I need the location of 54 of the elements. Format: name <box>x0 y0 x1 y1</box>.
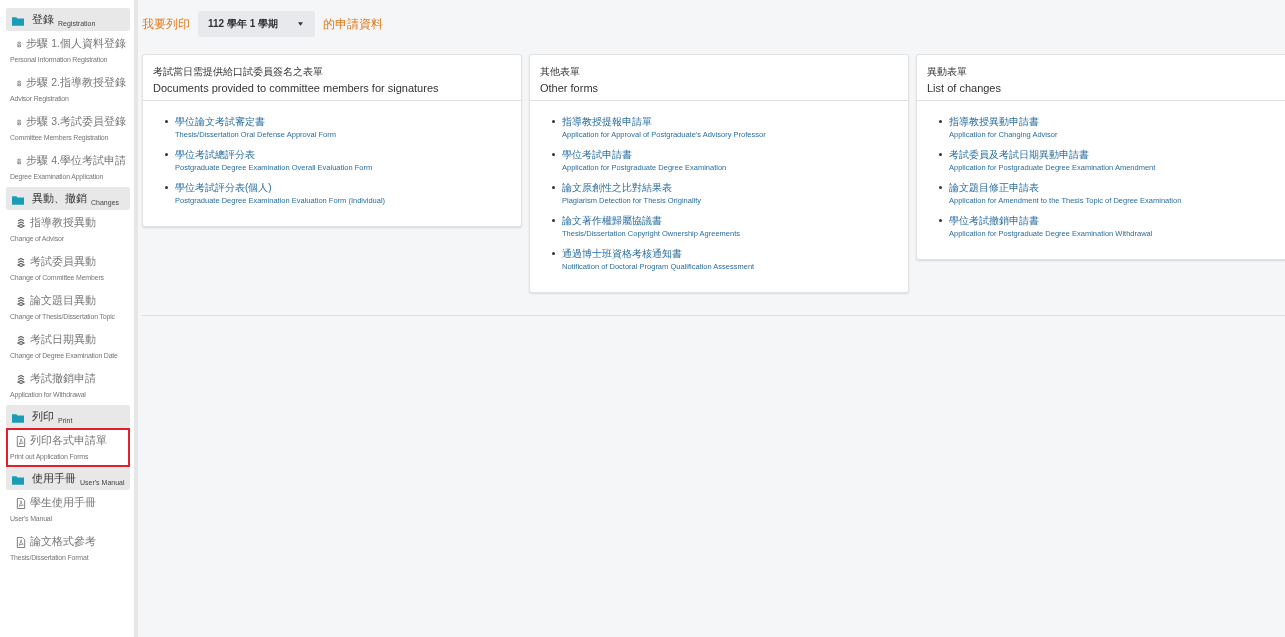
layers-icon <box>16 217 26 229</box>
pdf-file-icon <box>16 497 26 509</box>
card-subtitle: Documents provided to committee members for signatures <box>153 82 440 94</box>
bullet-icon <box>939 186 942 189</box>
card-title: 異動表單 <box>927 65 968 79</box>
print-prompt: 我要列印 <box>142 15 190 33</box>
pdf-file-icon <box>16 536 26 548</box>
pdf-file-icon <box>16 435 26 447</box>
semester-select[interactable]: 112 學年 1 學期 <box>198 11 316 37</box>
item-label: 步驟 4.學位考試申請 <box>26 154 126 168</box>
item-label: 論文格式參考 <box>30 535 96 549</box>
caret-icon <box>298 22 304 26</box>
layers-icon <box>16 373 26 385</box>
bullet-icon <box>552 120 555 123</box>
bullet-icon <box>165 120 168 123</box>
item-label: 考試委員異動 <box>30 255 96 269</box>
layers-icon <box>16 38 23 50</box>
card-title: 考試當日需提供給口試委員簽名之表單 <box>153 65 324 79</box>
folder-icon <box>12 475 24 485</box>
section-title: 登錄 <box>32 12 54 27</box>
section-title: 使用手冊 <box>32 471 76 486</box>
bullet-icon <box>165 153 168 156</box>
layers-icon <box>16 256 26 268</box>
card-title: 其他表單 <box>540 65 581 79</box>
item-label: 列印各式申請單 <box>30 434 107 448</box>
card-subtitle: List of changes <box>927 82 1002 94</box>
bullet-icon <box>552 153 555 156</box>
bullet-icon <box>552 252 555 255</box>
item-label: 論文題目異動 <box>30 294 96 308</box>
folder-icon <box>12 195 24 205</box>
bullet-icon <box>939 219 942 222</box>
layers-icon <box>16 77 23 89</box>
print-prompt-suffix: 的申請資料 <box>323 15 384 33</box>
folder-icon <box>12 16 24 26</box>
section-title: 異動、撤銷 <box>32 191 87 206</box>
item-label: 步驟 3.考試委員登錄 <box>26 115 126 129</box>
item-label: 步驟 1.個人資料登錄 <box>26 37 126 51</box>
bullet-icon <box>939 120 942 123</box>
layers-icon <box>16 295 26 307</box>
item-label: 考試日期異動 <box>30 333 96 347</box>
bullet-icon <box>552 186 555 189</box>
item-label: 考試撤銷申請 <box>30 372 96 386</box>
bullet-icon <box>165 186 168 189</box>
layers-icon <box>16 116 23 128</box>
folder-icon <box>12 413 24 423</box>
item-label: 步驟 2.指導教授登錄 <box>26 76 126 90</box>
item-label: 學生使用手冊 <box>30 496 96 510</box>
layers-icon <box>16 155 23 167</box>
layers-icon <box>16 334 26 346</box>
card-subtitle: Other forms <box>540 82 600 94</box>
bullet-icon <box>552 219 555 222</box>
item-label: 指導教授異動 <box>30 216 96 230</box>
section-title: 列印 <box>32 409 54 424</box>
bullet-icon <box>939 153 942 156</box>
